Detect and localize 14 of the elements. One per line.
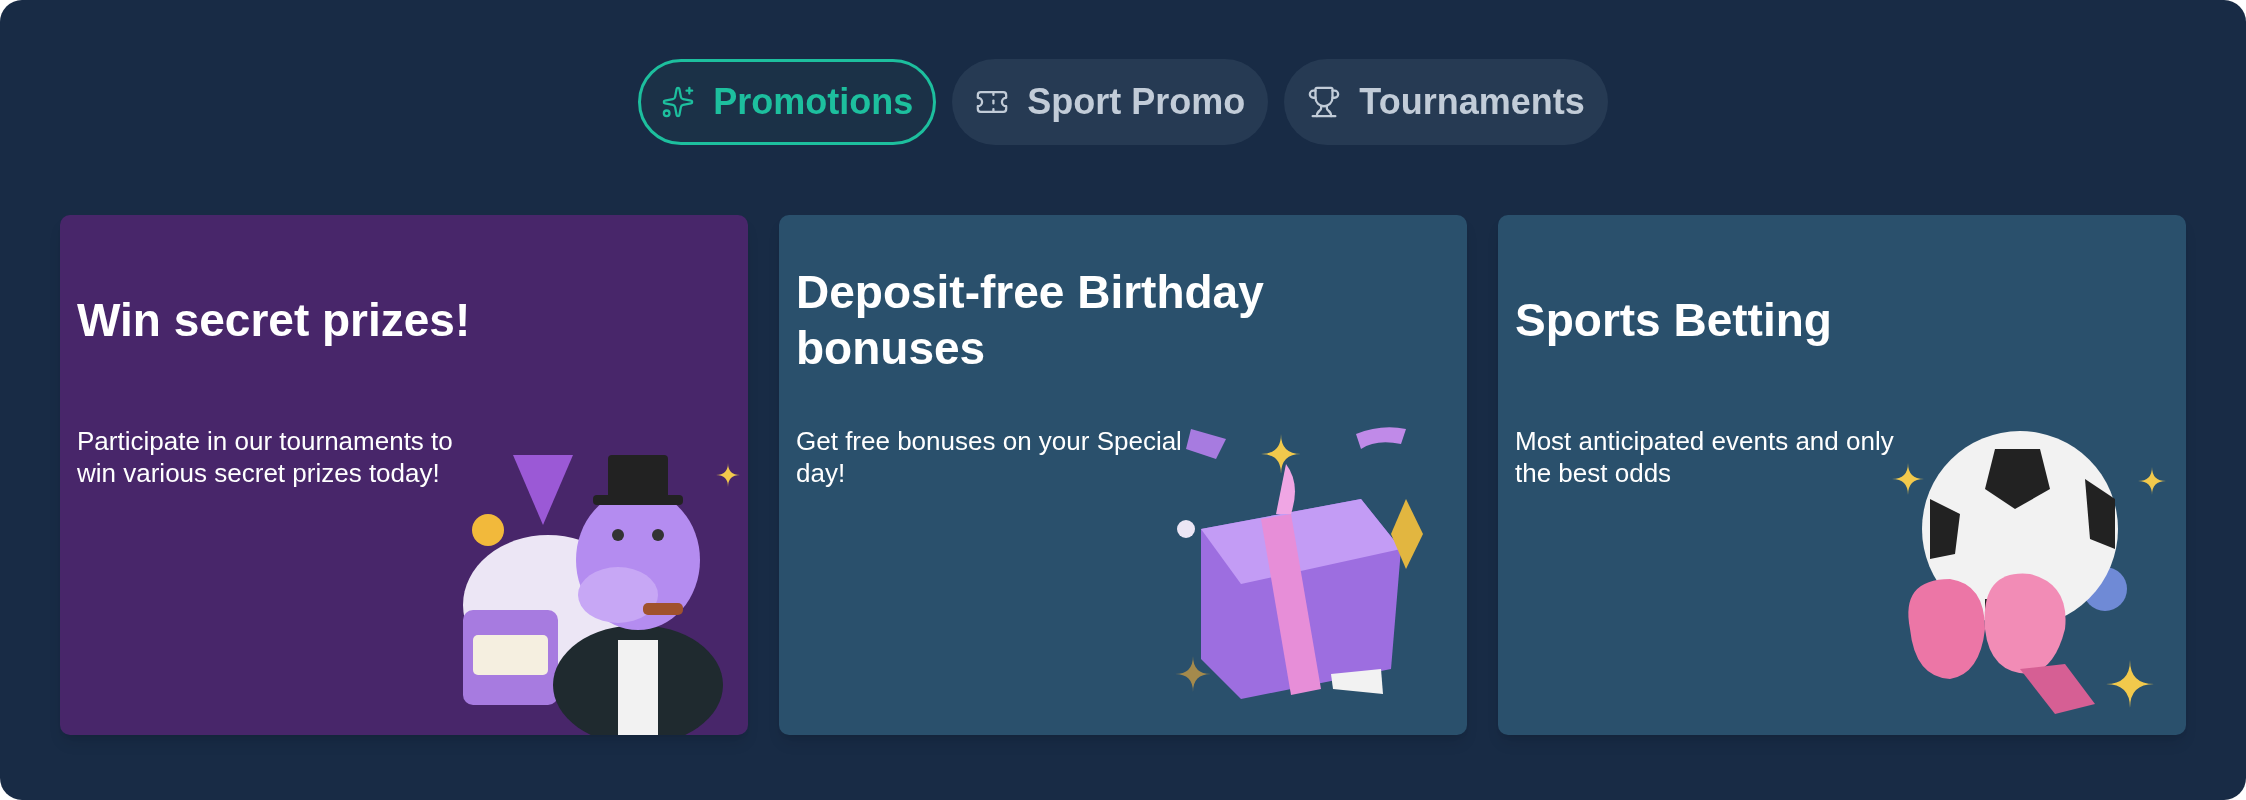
card-description: Get free bonuses on your Special day! xyxy=(796,425,1183,489)
card-description: Most anticipated events and only the best odds xyxy=(1515,425,1895,489)
promo-card[interactable]: Deposit-free Birthday bonuses Get free bonuses on your Special day! xyxy=(779,215,1467,735)
sparkles-icon xyxy=(661,85,696,119)
card-title: Win secret prizes! xyxy=(77,293,471,348)
card-description: Participate in our tournaments to win various secret prizes today! xyxy=(77,425,454,489)
promo-card[interactable]: Sports Betting Most anticipated events and only the best odds xyxy=(1498,215,2186,735)
category-tab[interactable]: Sport Promo xyxy=(952,59,1269,145)
trophy-icon xyxy=(1307,85,1342,119)
card-title: Sports Betting xyxy=(1515,293,1832,348)
promo-card[interactable]: Win secret prizes! Participate in our tournaments to win various secret prizes today! xyxy=(60,215,748,735)
category-tab[interactable]: Promotions xyxy=(638,59,937,145)
category-tab[interactable]: Tournaments xyxy=(1284,59,1608,145)
card-title: Deposit-free Birthday bonuses xyxy=(796,265,1265,376)
